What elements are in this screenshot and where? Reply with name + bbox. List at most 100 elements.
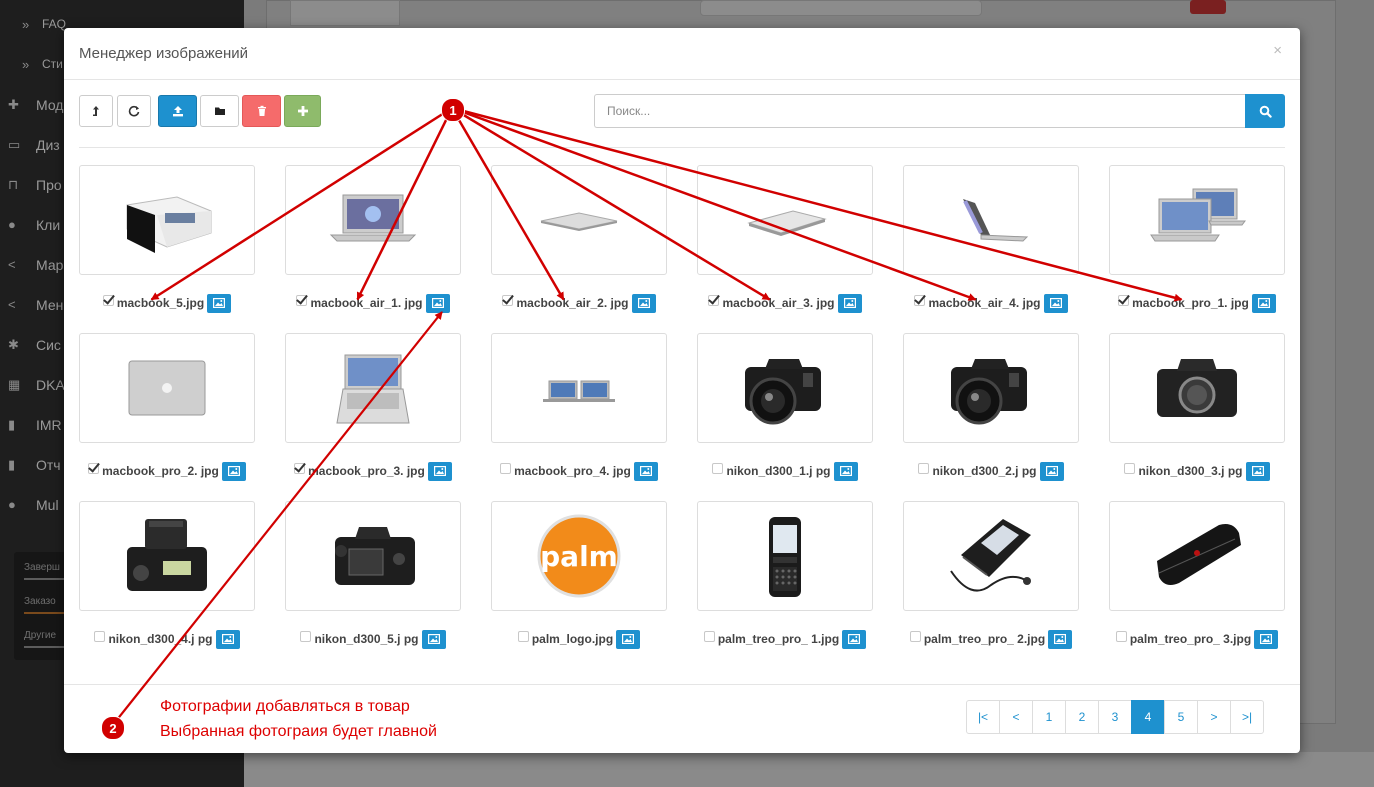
sidebar-item-label: Диз [36, 137, 60, 153]
image-checkbox[interactable] [712, 462, 724, 474]
search-button[interactable] [1245, 94, 1285, 128]
image-checkbox[interactable] [1115, 630, 1127, 642]
image-checkbox[interactable] [88, 462, 100, 474]
image-filename: macbook_air_4. jpg [928, 296, 1041, 310]
set-main-image-button[interactable] [1251, 293, 1276, 313]
image-checkbox[interactable] [1118, 294, 1130, 306]
page-link[interactable]: 2 [1065, 700, 1099, 734]
image-thumbnail[interactable] [1109, 165, 1285, 275]
image-checkbox[interactable] [708, 294, 720, 306]
stat-label: Другие [24, 630, 57, 641]
page-link[interactable]: >| [1230, 700, 1264, 734]
image-thumbnail[interactable] [903, 333, 1079, 443]
modal-header: Менеджер изображений × [64, 28, 1300, 80]
image-item: nikon_d300_4.j pg [79, 501, 255, 661]
image-thumbnail[interactable] [285, 333, 461, 443]
set-main-image-button[interactable] [1254, 629, 1279, 649]
image-checkbox[interactable] [102, 294, 114, 306]
image-checkbox[interactable] [909, 630, 921, 642]
set-main-image-button[interactable] [427, 461, 452, 481]
set-main-image-button[interactable] [1245, 461, 1270, 481]
image-checkbox[interactable] [502, 294, 514, 306]
picture-icon [221, 634, 234, 644]
set-main-image-button[interactable] [1048, 629, 1073, 649]
set-main-image-button[interactable] [215, 629, 240, 649]
image-item: macbook_pro_1. jpg [1109, 165, 1285, 325]
set-main-image-button[interactable] [421, 629, 446, 649]
page-link[interactable]: 3 [1098, 700, 1132, 734]
picture-icon [637, 298, 650, 308]
search-input[interactable] [594, 94, 1246, 128]
image-caption: macbook_air_3. jpg [697, 291, 873, 315]
set-main-image-button[interactable] [221, 461, 246, 481]
user-icon: ● [8, 217, 16, 232]
parent-dir-button[interactable] [79, 95, 113, 127]
image-thumbnail[interactable] [903, 501, 1079, 611]
page-link[interactable]: > [1197, 700, 1231, 734]
puzzle-icon: ✚ [8, 97, 19, 112]
image-checkbox[interactable] [918, 462, 930, 474]
image-thumbnail[interactable] [1109, 501, 1285, 611]
cart-icon: ⊓ [8, 177, 19, 192]
page-link[interactable]: 4 [1131, 700, 1165, 734]
image-item: macbook_air_3. jpg [697, 165, 873, 325]
set-main-image-button[interactable] [1043, 293, 1068, 313]
image-thumbnail[interactable] [697, 501, 873, 611]
page-link[interactable]: 1 [1032, 700, 1066, 734]
image-checkbox[interactable] [300, 630, 312, 642]
picture-icon [1045, 466, 1058, 476]
image-thumbnail[interactable] [491, 333, 667, 443]
delete-button[interactable] [242, 95, 281, 127]
annotation-text: Фотографии добавляться в товар [160, 698, 410, 715]
page-link[interactable]: 5 [1164, 700, 1198, 734]
set-main-image-button[interactable] [631, 293, 656, 313]
image-thumbnail[interactable] [285, 165, 461, 275]
admin-product-thumb [290, 0, 400, 26]
image-checkbox[interactable] [294, 462, 306, 474]
image-checkbox[interactable] [914, 294, 926, 306]
image-checkbox[interactable] [517, 630, 529, 642]
set-main-image-button[interactable] [842, 629, 867, 649]
image-thumbnail[interactable] [79, 333, 255, 443]
refresh-button[interactable] [117, 95, 151, 127]
image-item: palm_treo_pro_ 3.jpg [1109, 501, 1285, 661]
page-link[interactable]: < [999, 700, 1033, 734]
image-thumbnail[interactable] [79, 501, 255, 611]
image-caption: palm_treo_pro_ 1.jpg [697, 627, 873, 651]
sidebar-item-label: Про [36, 177, 62, 193]
image-thumbnail[interactable] [697, 333, 873, 443]
set-main-image-button[interactable] [1039, 461, 1064, 481]
set-main-image-button[interactable] [633, 461, 658, 481]
new-folder-button[interactable] [200, 95, 239, 127]
image-thumbnail[interactable]: palm [491, 501, 667, 611]
image-thumbnail[interactable] [285, 501, 461, 611]
image-thumbnail[interactable] [697, 165, 873, 275]
upload-button[interactable] [158, 95, 197, 127]
image-checkbox[interactable] [703, 630, 715, 642]
image-checkbox[interactable] [500, 462, 512, 474]
image-filename: nikon_d300_1.j pg [726, 464, 831, 478]
set-main-image-button[interactable] [837, 293, 862, 313]
set-main-image-button[interactable] [207, 293, 232, 313]
image-filename: nikon_d300_4.j pg [108, 632, 213, 646]
page-link[interactable]: |< [966, 700, 1000, 734]
image-filename: palm_treo_pro_ 2.jpg [923, 632, 1046, 646]
image-thumbnail[interactable] [79, 165, 255, 275]
gear-icon: ✱ [8, 337, 19, 352]
set-main-image-button[interactable] [616, 629, 641, 649]
picture-icon [427, 634, 440, 644]
image-item: nikon_d300_1.j pg [697, 333, 873, 493]
close-icon[interactable]: × [1273, 42, 1282, 59]
image-thumbnail[interactable] [903, 165, 1079, 275]
image-thumbnail[interactable] [1109, 333, 1285, 443]
image-item: macbook_air_2. jpg [491, 165, 667, 325]
image-filename: macbook_air_2. jpg [516, 296, 629, 310]
image-checkbox[interactable] [1124, 462, 1136, 474]
image-checkbox[interactable] [94, 630, 106, 642]
image-checkbox[interactable] [296, 294, 308, 306]
image-filename: macbook_pro_2. jpg [102, 464, 219, 478]
set-main-image-button[interactable] [425, 293, 450, 313]
set-main-image-button[interactable] [833, 461, 858, 481]
add-button[interactable] [284, 95, 321, 127]
image-thumbnail[interactable] [491, 165, 667, 275]
